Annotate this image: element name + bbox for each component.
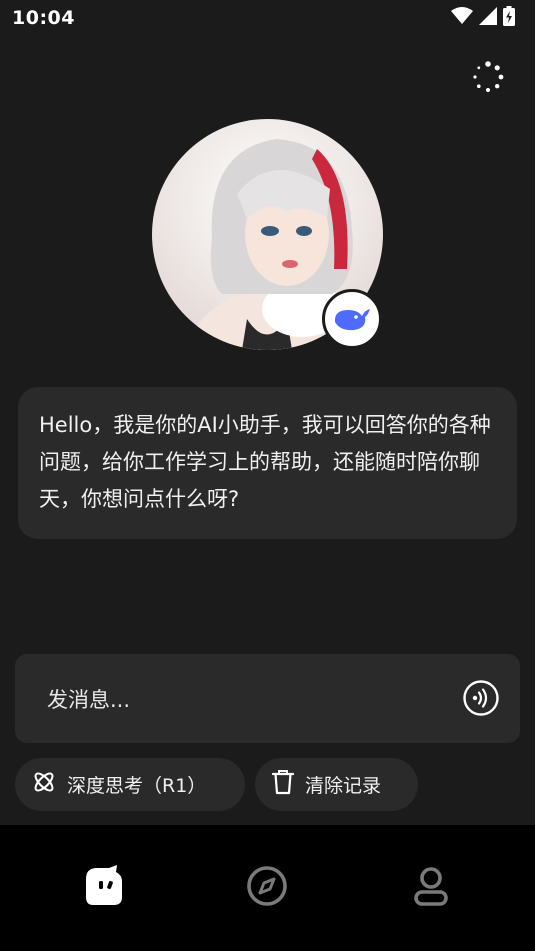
chat-bot-icon [86, 865, 122, 905]
voice-button[interactable] [462, 679, 500, 717]
bottom-nav [0, 825, 535, 951]
atom-icon [31, 769, 57, 800]
status-icons [451, 6, 515, 30]
status-time: 10:04 [12, 7, 75, 29]
loading-dots-icon [471, 60, 505, 94]
wifi-icon [451, 7, 473, 29]
deep-think-toggle[interactable]: 深度思考（R1） [15, 758, 245, 811]
assistant-greeting-text: Hello，我是你的AI小助手，我可以回答你的各种问题，给你工作学习上的帮助，还… [39, 413, 491, 511]
person-icon [414, 867, 448, 906]
clear-history-label: 清除记录 [305, 775, 382, 797]
clear-history-button[interactable]: 清除记录 [255, 758, 418, 811]
trash-icon [271, 769, 295, 800]
signal-icon [479, 7, 497, 29]
nav-profile[interactable] [410, 865, 452, 907]
deep-think-label: 深度思考（R1） [67, 775, 207, 797]
status-bar: 10:04 [0, 0, 535, 38]
message-input-box[interactable]: 发消息... [15, 654, 520, 743]
compass-icon [247, 866, 287, 906]
nav-chat[interactable] [83, 865, 125, 907]
assistant-avatar [152, 119, 383, 350]
battery-charging-icon [503, 6, 515, 30]
whale-icon [322, 289, 382, 349]
assistant-message: Hello，我是你的AI小助手，我可以回答你的各种问题，给你工作学习上的帮助，还… [18, 387, 517, 539]
voice-wave-icon [463, 680, 499, 716]
message-input[interactable]: 发消息... [47, 684, 130, 714]
nav-discover[interactable] [246, 865, 288, 907]
